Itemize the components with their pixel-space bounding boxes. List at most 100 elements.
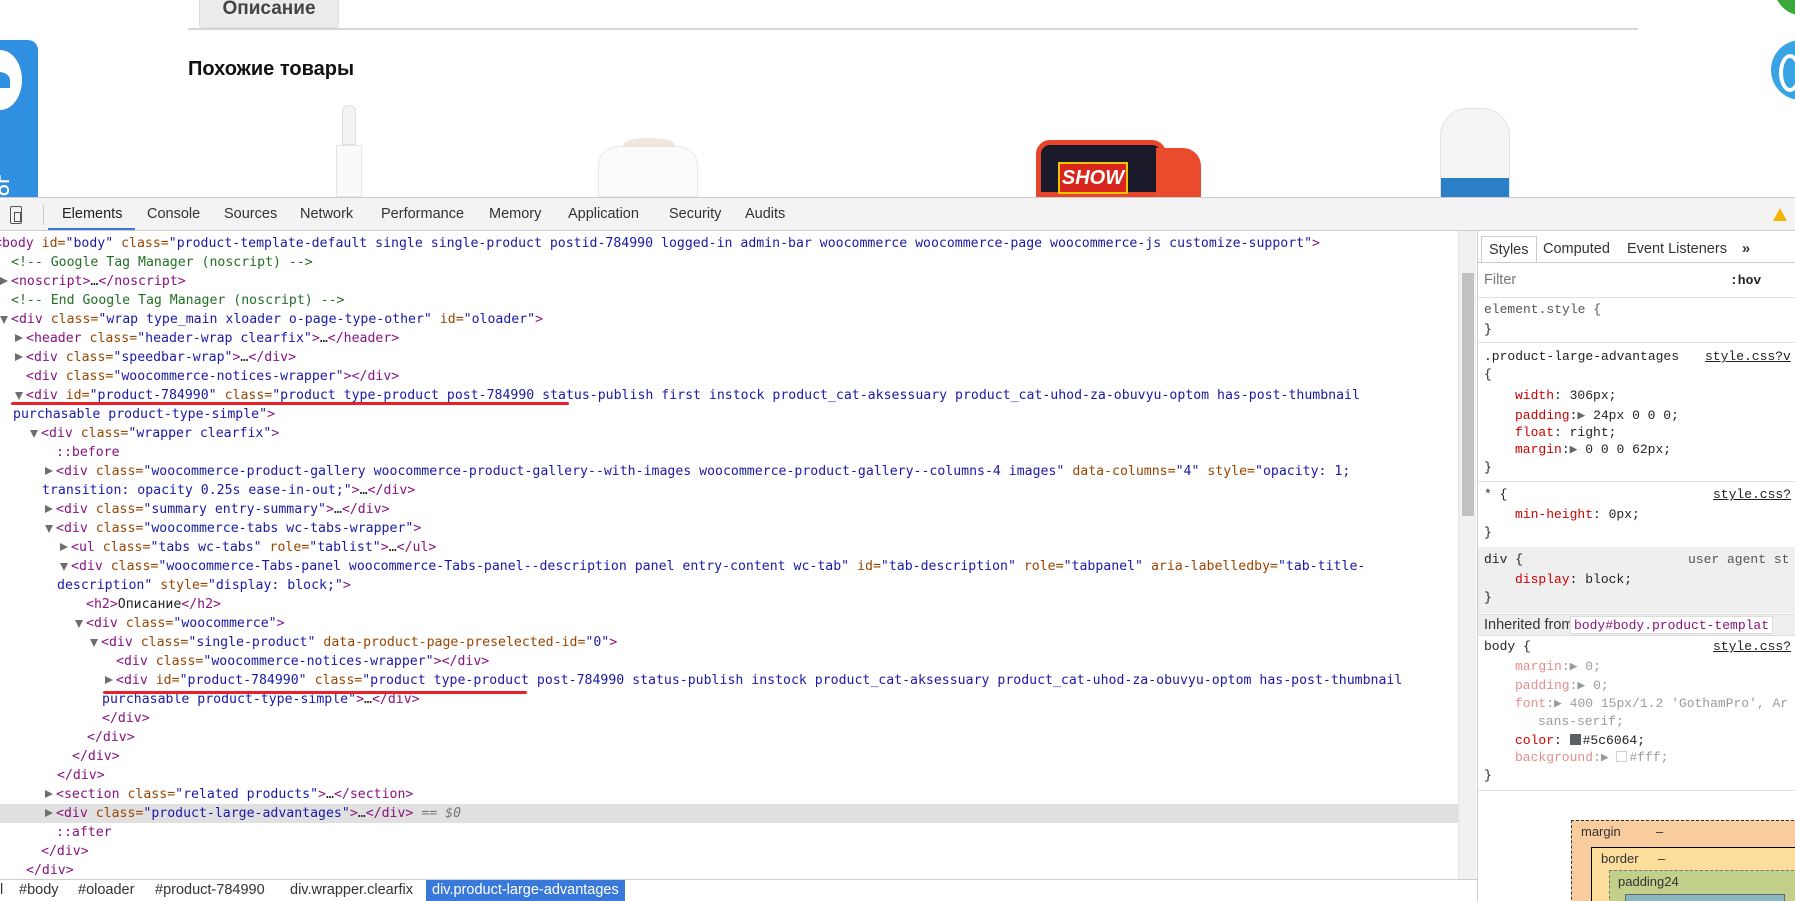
css-property[interactable]: background:▶ #fff; bbox=[1515, 748, 1668, 767]
css-property[interactable]: margin:▶ 0 0 0 62px; bbox=[1515, 440, 1671, 459]
expanded-triangle-icon[interactable] bbox=[60, 562, 68, 571]
dom-node[interactable]: </div> bbox=[0, 747, 1458, 766]
dom-node[interactable]: <div class="woocommerce-notices-wrapper"… bbox=[0, 652, 1458, 671]
dom-node[interactable]: <!-- End Google Tag Manager (noscript) -… bbox=[0, 291, 1458, 310]
collapsed-triangle-icon[interactable] bbox=[45, 466, 53, 475]
product-image-show-box[interactable]: SHOW bbox=[1036, 140, 1201, 197]
property-value[interactable]: 306px; bbox=[1570, 388, 1617, 403]
dom-node[interactable]: <div class="wrap type_main xloader o-pag… bbox=[0, 310, 1458, 329]
collapsed-triangle-icon[interactable] bbox=[45, 808, 53, 817]
tab-sources[interactable]: Sources bbox=[224, 198, 277, 231]
tab-elements[interactable]: Elements bbox=[62, 198, 122, 231]
expanded-triangle-icon[interactable] bbox=[15, 391, 23, 400]
dom-node[interactable]: <div class="woocommerce-notices-wrapper"… bbox=[0, 367, 1458, 386]
chat-widget-button[interactable] bbox=[1771, 40, 1795, 100]
tab-styles[interactable]: Styles bbox=[1481, 236, 1537, 263]
property-value[interactable]: 0; bbox=[1585, 659, 1601, 674]
expanded-triangle-icon[interactable] bbox=[75, 619, 83, 628]
more-tabs-icon[interactable]: » bbox=[1742, 236, 1750, 263]
dom-node[interactable]: <div class="woocommerce-product-gallery … bbox=[0, 462, 1458, 481]
product-image-spray[interactable] bbox=[326, 105, 372, 197]
tab-application[interactable]: Application bbox=[568, 198, 639, 231]
dom-node[interactable]: </div> bbox=[0, 728, 1458, 747]
tab-security[interactable]: Security bbox=[669, 198, 721, 231]
dom-node[interactable]: <body id="body" class="product-template-… bbox=[0, 234, 1458, 253]
expanded-triangle-icon[interactable] bbox=[0, 315, 8, 324]
inherited-element-link[interactable]: body#body.product-templat bbox=[1570, 616, 1774, 634]
css-property[interactable]: font:▶ 400 15px/1.2 'GothamPro', Ar bbox=[1515, 694, 1788, 713]
expanded-triangle-icon[interactable] bbox=[45, 524, 53, 533]
property-value[interactable]: #fff; bbox=[1629, 750, 1668, 765]
expand-icon[interactable]: ▶ bbox=[1577, 408, 1585, 423]
breadcrumb-item[interactable]: #oloader bbox=[72, 880, 140, 901]
collapsed-triangle-icon[interactable] bbox=[15, 333, 23, 342]
color-swatch[interactable] bbox=[1616, 751, 1628, 762]
dom-node[interactable]: description" style="display: block;"> bbox=[0, 576, 1458, 595]
property-value[interactable]: 24px 0 0 0; bbox=[1593, 408, 1679, 423]
scrollbar-thumb[interactable] bbox=[1462, 273, 1474, 516]
property-value[interactable]: 400 15px/1.2 'GothamPro', Ar bbox=[1570, 696, 1788, 711]
collapsed-triangle-icon[interactable] bbox=[60, 542, 68, 551]
expanded-triangle-icon[interactable] bbox=[90, 638, 98, 647]
stylesheet-link[interactable]: style.css?v bbox=[1705, 347, 1791, 366]
dom-node[interactable]: <div class="woocommerce"> bbox=[0, 614, 1458, 633]
css-property[interactable]: margin:▶ 0; bbox=[1515, 657, 1601, 676]
dom-node[interactable]: <div class="woocommerce-Tabs-panel wooco… bbox=[0, 557, 1458, 576]
expand-icon[interactable]: ▶ bbox=[1601, 750, 1609, 765]
device-mode-icon[interactable] bbox=[10, 206, 22, 224]
dom-node[interactable]: <div class="summary entry-summary">…</di… bbox=[0, 500, 1458, 519]
collapsed-triangle-icon[interactable] bbox=[15, 352, 23, 361]
dom-node[interactable]: <div class="woocommerce-tabs wc-tabs-wra… bbox=[0, 519, 1458, 538]
dom-node[interactable]: <div class="single-product" data-product… bbox=[0, 633, 1458, 652]
css-property[interactable]: min-height: 0px; bbox=[1515, 505, 1640, 524]
dom-node[interactable]: ::after bbox=[0, 823, 1458, 842]
dom-node-selected[interactable]: <div class="product-large-advantages">…<… bbox=[0, 803, 1458, 823]
property-value[interactable]: 0; bbox=[1593, 678, 1609, 693]
tab-audits[interactable]: Audits bbox=[745, 198, 785, 231]
breadcrumb-item[interactable]: #product-784990 bbox=[149, 880, 271, 901]
breadcrumb-item-selected[interactable]: div.product-large-advantages bbox=[426, 880, 625, 901]
collapsed-triangle-icon[interactable] bbox=[0, 276, 8, 285]
tab-memory[interactable]: Memory bbox=[489, 198, 541, 231]
dom-node[interactable]: <header class="header-wrap clearfix">…</… bbox=[0, 329, 1458, 348]
expand-icon[interactable]: ▶ bbox=[1570, 442, 1578, 457]
product-image-bottle[interactable] bbox=[1440, 108, 1510, 197]
product-image-jar[interactable] bbox=[598, 138, 698, 197]
dom-node[interactable]: <section class="related products">…</sec… bbox=[0, 785, 1458, 804]
styles-filter-input[interactable]: Filter bbox=[1484, 271, 1516, 290]
collapsed-triangle-icon[interactable] bbox=[105, 675, 113, 684]
expand-icon[interactable]: ▶ bbox=[1570, 659, 1578, 674]
expanded-triangle-icon[interactable] bbox=[30, 429, 38, 438]
catalog-side-tab[interactable]: КАТАЛОГ bbox=[0, 40, 38, 197]
dom-node[interactable]: </div> bbox=[0, 709, 1458, 728]
breadcrumb-item[interactable]: #body bbox=[13, 880, 65, 901]
box-model-content[interactable] bbox=[1625, 894, 1785, 901]
dom-node[interactable]: </div> bbox=[0, 842, 1458, 861]
css-property[interactable]: padding:▶ 0; bbox=[1515, 676, 1609, 695]
tab-console[interactable]: Console bbox=[147, 198, 200, 231]
property-value[interactable]: #5c6064; bbox=[1583, 733, 1645, 748]
collapsed-triangle-icon[interactable] bbox=[45, 789, 53, 798]
dom-node[interactable]: <div id="product-784990" class="product … bbox=[0, 671, 1458, 690]
dom-node[interactable]: <div class="speedbar-wrap">…</div> bbox=[0, 348, 1458, 367]
dom-tree-scrollbar[interactable] bbox=[1458, 231, 1476, 879]
dom-node[interactable]: <ul class="tabs wc-tabs" role="tablist">… bbox=[0, 538, 1458, 557]
dom-node[interactable]: ::before bbox=[0, 443, 1458, 462]
dom-node[interactable]: <!-- Google Tag Manager (noscript) --> bbox=[0, 253, 1458, 272]
stylesheet-link[interactable]: style.css? bbox=[1713, 637, 1791, 656]
color-swatch[interactable] bbox=[1569, 734, 1581, 745]
dom-node[interactable]: </div> bbox=[0, 861, 1458, 880]
property-value[interactable]: 0 0 0 62px; bbox=[1585, 442, 1671, 457]
tab-network[interactable]: Network bbox=[300, 198, 353, 231]
property-value[interactable]: right; bbox=[1570, 425, 1617, 440]
css-property[interactable]: width: 306px; bbox=[1515, 386, 1616, 405]
stylesheet-link[interactable]: style.css? bbox=[1713, 485, 1791, 504]
tab-event-listeners[interactable]: Event Listeners bbox=[1627, 236, 1727, 263]
property-value[interactable]: 0px; bbox=[1609, 507, 1640, 522]
hover-state-toggle[interactable]: :hov bbox=[1730, 271, 1761, 290]
collapsed-triangle-icon[interactable] bbox=[45, 504, 53, 513]
tab-computed[interactable]: Computed bbox=[1543, 236, 1610, 263]
tab-description[interactable]: Описание bbox=[199, 0, 339, 28]
tab-performance[interactable]: Performance bbox=[381, 198, 464, 231]
expand-icon[interactable]: ▶ bbox=[1554, 696, 1562, 711]
